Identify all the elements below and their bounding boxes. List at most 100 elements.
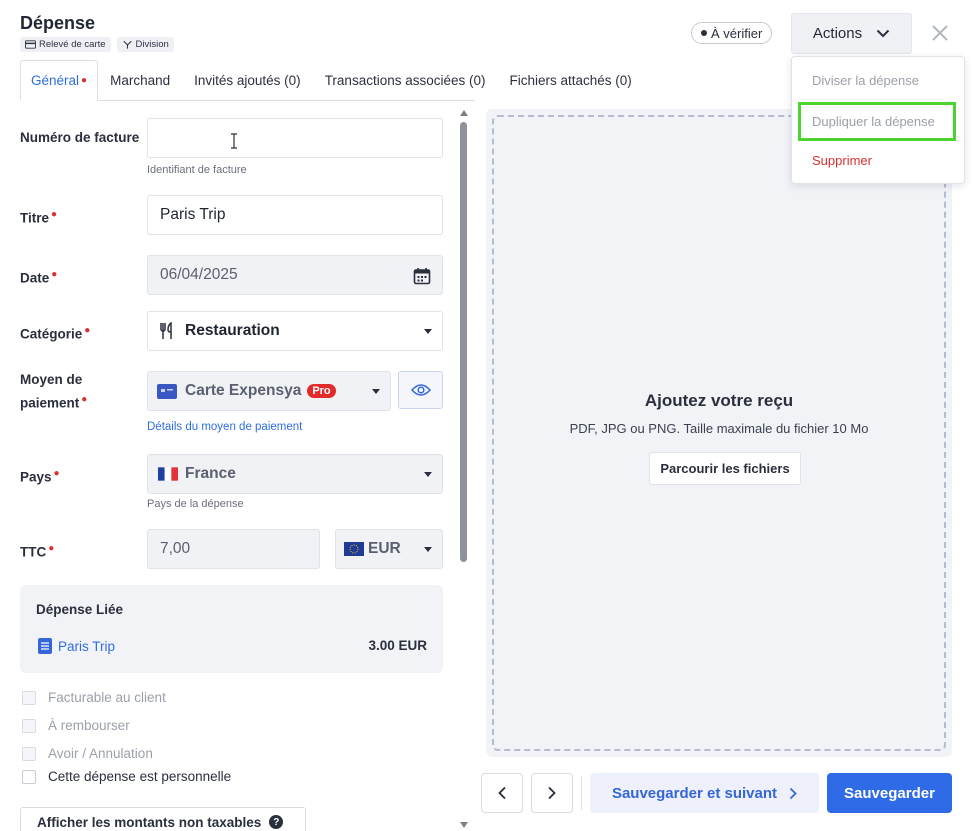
browse-files-button[interactable]: Parcourir les fichiers [649,452,801,485]
checkbox-label: Avoir / Annulation [48,746,153,761]
ttc-amount-input[interactable]: 7,00 [147,529,320,569]
tab-merchant[interactable]: Marchand [98,60,182,101]
menu-item-split[interactable]: Diviser la dépense [792,60,964,100]
show-nontaxable-button[interactable]: Afficher les montants non taxables ? [20,807,306,831]
page-title: Dépense [20,13,96,33]
eu-flag-icon [344,542,364,556]
pro-badge: Pro [307,384,336,398]
country-label-text: Pays [20,469,52,485]
save-button[interactable]: Sauvegarder [827,773,952,813]
receipt-title: Ajoutez votre reçu [644,391,794,410]
tab-guests[interactable]: Invités ajoutés (0) [182,60,313,101]
chevron-right-icon [789,787,797,799]
checkbox-label: Cette dépense est personnelle [48,769,232,784]
scroll-down-icon[interactable] [460,822,468,828]
checkbox-reimburse[interactable]: À rembourser [22,718,130,733]
country-help: Pays de la dépense [147,498,244,510]
payment-label-line2: paiement [20,395,80,411]
payment-method-select[interactable]: Carte Expensya Pro [147,371,391,411]
actions-label: Actions [812,25,863,42]
linked-expense-label: Paris Trip [58,638,116,654]
date-input[interactable]: 06/04/2025 [147,255,443,295]
tab-general[interactable]: Général ● [20,60,99,101]
document-icon [38,638,52,654]
checkbox-box[interactable] [22,769,36,784]
status-badge: À vérifier [691,22,773,44]
required-dot-icon: ● [81,394,88,405]
tab-bar: Général ● Marchand Invités ajoutés (0) Tr… [20,60,632,101]
show-nontaxable-label: Afficher les montants non taxables [37,814,262,830]
close-icon[interactable] [929,22,951,44]
date-label: Date ● [20,265,57,289]
tab-files[interactable]: Fichiers attachés (0) [498,60,644,101]
ttc-label-text: TTC [20,544,47,560]
required-dot-icon: ● [81,75,88,86]
checkbox-billable[interactable]: Facturable au client [22,690,166,705]
receipt-subtitle: PDF, JPG ou PNG. Taille maximale du fich… [569,421,869,436]
checkbox-personal[interactable]: Cette dépense est personnelle [22,769,231,784]
payment-method-value: Carte Expensya [185,382,302,399]
date-label-text: Date [20,270,50,286]
caret-down-icon [424,329,432,334]
scroll-up-icon[interactable] [460,110,468,116]
invoice-number-help: Identifiant de facture [147,164,247,176]
checkbox-box[interactable] [22,690,36,705]
form-scrollbar[interactable] [459,110,469,830]
required-dot-icon: ● [53,468,60,479]
checkbox-label: Facturable au client [48,690,166,705]
payment-label-line1: Moyen de [20,372,83,387]
calendar-icon[interactable] [413,267,431,285]
caret-down-icon [424,547,432,552]
title-label: Titre ● [20,205,57,229]
caret-down-icon [372,389,380,394]
next-button[interactable] [531,773,573,813]
caret-down-icon [424,472,432,477]
invoice-number-input[interactable] [147,118,443,158]
country-value: France [185,465,236,482]
text-cursor-icon [231,133,237,149]
help-icon[interactable]: ? [269,815,284,829]
france-flag-icon [158,467,178,481]
save-and-next-label: Sauvegarder et suivant [611,784,778,802]
tab-transactions[interactable]: Transactions associées (0) [313,60,498,101]
status-label: À vérifier [711,25,763,41]
category-value: Restauration [185,322,280,339]
actions-menu: Diviser la dépense Dupliquer la dépense … [791,56,965,184]
menu-item-delete[interactable]: Supprimer [792,140,964,180]
chip-card-statement: Relevé de carte [20,37,111,52]
previous-button[interactable] [481,773,523,813]
country-select[interactable]: France [147,454,443,494]
linked-expense-title: Dépense Liée [36,602,124,617]
chevron-left-icon [498,786,506,800]
eye-icon [410,384,431,396]
checkbox-credit-note[interactable]: Avoir / Annulation [22,746,153,761]
linked-expense-card: Dépense Liée Paris Trip 3.00 EUR [20,585,443,673]
footer-divider [581,776,582,810]
linked-expense-link[interactable]: Paris Trip [38,638,115,654]
ttc-label: TTC ● [20,539,54,563]
title-input[interactable]: Paris Trip [147,195,443,235]
menu-item-duplicate[interactable]: Dupliquer la dépense [798,102,956,141]
receipt-dropzone[interactable]: Ajoutez votre reçu PDF, JPG ou PNG. Tail… [492,115,946,751]
tab-label: Général [31,73,80,88]
actions-button[interactable]: Actions [791,13,912,54]
checkbox-box[interactable] [22,746,36,761]
credit-card-icon [25,40,36,49]
currency-select[interactable]: EUR [335,529,443,569]
checkbox-box[interactable] [22,718,36,733]
payment-details-link[interactable]: Détails du moyen de paiement [147,421,302,433]
country-label: Pays ● [20,464,60,488]
title-label-text: Titre [20,210,50,226]
save-and-next-button[interactable]: Sauvegarder et suivant [590,773,819,813]
date-value: 06/04/2025 [160,266,238,283]
view-payment-button[interactable] [398,371,443,409]
chip-division: Division [116,37,174,52]
chevron-down-icon [876,29,890,38]
required-dot-icon: ● [51,269,58,280]
linked-expense-amount: 3.00 EUR [368,638,427,653]
split-icon [122,40,132,49]
required-dot-icon: ● [48,543,55,554]
scroll-thumb[interactable] [460,122,467,562]
category-select[interactable]: Restauration [147,311,443,351]
invoice-number-label: Numéro de facture [20,130,140,145]
